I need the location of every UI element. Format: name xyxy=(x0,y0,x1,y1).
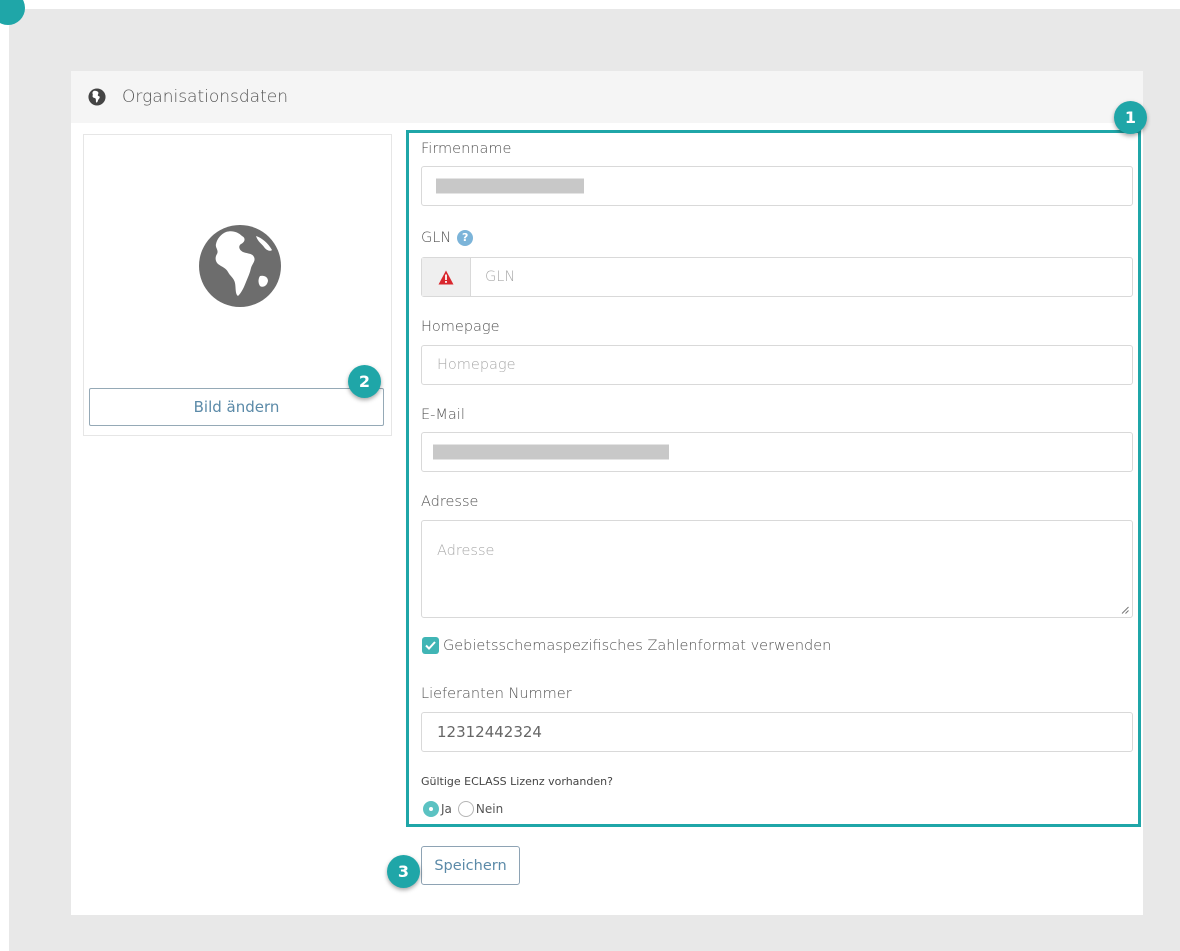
organisation-image-card: Bild ändern xyxy=(83,134,392,436)
email-input[interactable] xyxy=(421,432,1133,472)
adresse-label: Adresse xyxy=(421,494,479,510)
number-format-label: Gebietsschemaspezifisches Zahlenformat v… xyxy=(443,637,832,654)
globe-icon xyxy=(199,225,281,307)
number-format-checkbox[interactable] xyxy=(422,637,439,654)
checkmark-icon xyxy=(425,641,436,650)
eclass-radio-group: Ja Nein xyxy=(423,801,503,817)
help-icon[interactable]: ? xyxy=(457,230,474,246)
homepage-placeholder: Homepage xyxy=(437,357,516,373)
warning-icon xyxy=(438,270,454,284)
organisation-form: Firmenname GLN? GLN Homepage Homepage E-… xyxy=(406,130,1141,827)
gln-label: GLN? xyxy=(421,230,474,246)
callout-badge-1: 1 xyxy=(1114,101,1147,134)
globe-icon xyxy=(88,88,106,106)
adresse-textarea[interactable]: Adresse xyxy=(421,520,1133,618)
gln-placeholder: GLN xyxy=(485,269,516,285)
page-background: Organisationsdaten Bild ändern Firmennam… xyxy=(0,0,1180,951)
gln-input[interactable]: GLN xyxy=(421,257,1133,297)
callout-badge-2: 2 xyxy=(348,365,381,398)
redacted-value xyxy=(436,178,584,194)
redacted-value xyxy=(433,444,669,460)
gln-status-addon xyxy=(422,258,471,296)
eclass-radio-ja[interactable] xyxy=(423,801,439,817)
lieferanten-nummer-label: Lieferanten Nummer xyxy=(421,686,572,702)
firmenname-input[interactable] xyxy=(421,166,1133,206)
eclass-option-ja-label: Ja xyxy=(441,802,452,816)
homepage-label: Homepage xyxy=(421,319,500,335)
resize-handle-icon[interactable] xyxy=(1121,606,1129,614)
callout-badge-3: 3 xyxy=(387,855,420,888)
corner-badge xyxy=(0,0,25,25)
eclass-option-nein-label: Nein xyxy=(475,802,504,816)
panel-title: Organisationsdaten xyxy=(122,87,288,107)
number-format-option[interactable]: Gebietsschemaspezifisches Zahlenformat v… xyxy=(422,637,831,654)
eclass-radio-nein[interactable] xyxy=(457,801,474,817)
adresse-placeholder: Adresse xyxy=(437,543,495,559)
save-button[interactable]: Speichern xyxy=(421,846,520,885)
email-label: E-Mail xyxy=(421,407,465,423)
panel-header: Organisationsdaten xyxy=(71,71,1143,123)
eclass-question: Gültige ECLASS Lizenz vorhanden? xyxy=(421,775,613,788)
firmenname-label: Firmenname xyxy=(421,141,512,157)
change-image-button[interactable]: Bild ändern xyxy=(89,388,384,426)
gln-label-text: GLN xyxy=(421,230,452,246)
lieferanten-nummer-input[interactable]: 12312442324 xyxy=(421,712,1133,752)
lieferanten-nummer-value: 12312442324 xyxy=(437,723,542,741)
homepage-input[interactable]: Homepage xyxy=(421,345,1133,385)
organisation-panel: Organisationsdaten Bild ändern Firmennam… xyxy=(71,71,1143,915)
